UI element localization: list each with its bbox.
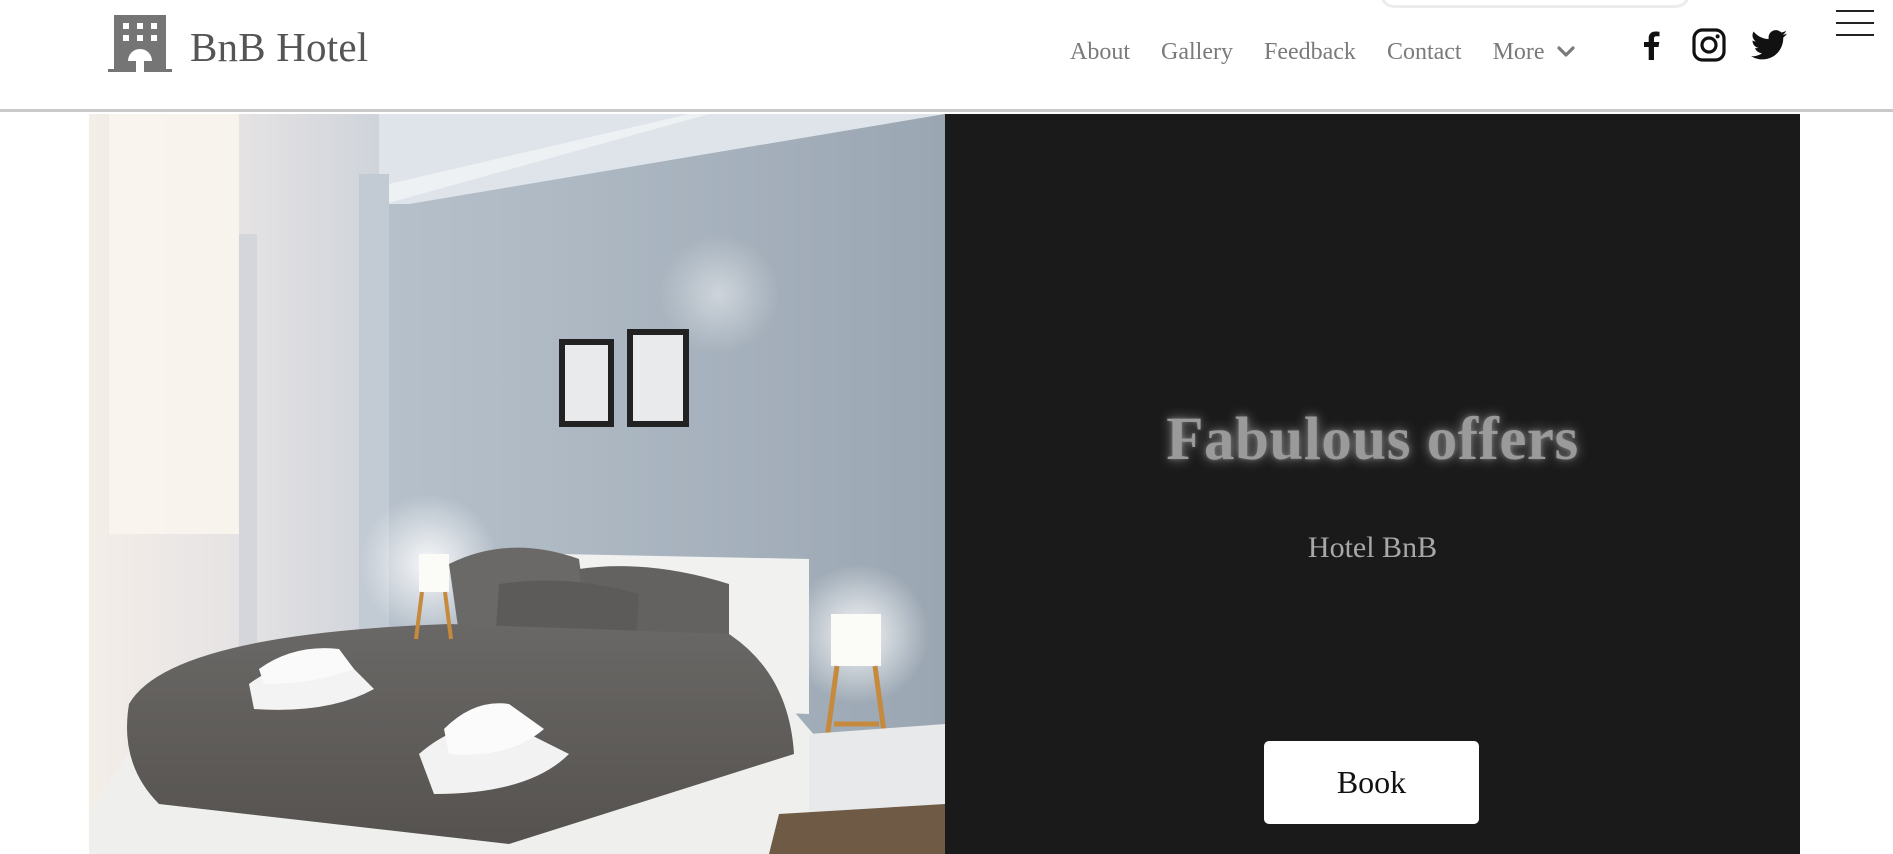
- site-header: BnB Hotel About Gallery Feedback Contact…: [0, 0, 1893, 112]
- hamburger-line: [1836, 10, 1874, 12]
- instagram-icon[interactable]: [1692, 28, 1726, 62]
- twitter-icon[interactable]: [1751, 30, 1787, 60]
- offer-panel: Fabulous offers Hotel BnB Book: [945, 114, 1800, 854]
- brand-name: BnB Hotel: [190, 23, 369, 70]
- brand[interactable]: BnB Hotel: [108, 14, 368, 72]
- hamburger-line: [1836, 22, 1874, 24]
- hotel-building-icon: [108, 14, 172, 72]
- chevron-down-icon: [1556, 46, 1575, 57]
- book-button[interactable]: Book: [1264, 741, 1479, 824]
- social-links: [1640, 28, 1787, 62]
- main-nav: About Gallery Feedback Contact More: [1070, 36, 1575, 68]
- nav-link-feedback[interactable]: Feedback: [1264, 36, 1356, 68]
- nav-link-about[interactable]: About: [1070, 36, 1130, 68]
- nav-link-contact[interactable]: Contact: [1387, 36, 1462, 68]
- facebook-icon[interactable]: [1640, 30, 1662, 60]
- nav-link-gallery[interactable]: Gallery: [1161, 36, 1233, 68]
- hero-title: Fabulous offers: [1166, 406, 1579, 473]
- hamburger-line: [1836, 34, 1874, 36]
- hotel-bedroom-photo: [89, 114, 945, 854]
- hero-subtitle: Hotel BnB: [1307, 531, 1438, 564]
- hamburger-menu-icon[interactable]: [1836, 10, 1876, 40]
- bedroom-illustration: [89, 114, 945, 854]
- search-bar-edge[interactable]: [1380, 0, 1690, 8]
- nav-more-dropdown[interactable]: More: [1493, 36, 1575, 68]
- nav-more-label: More: [1492, 39, 1545, 65]
